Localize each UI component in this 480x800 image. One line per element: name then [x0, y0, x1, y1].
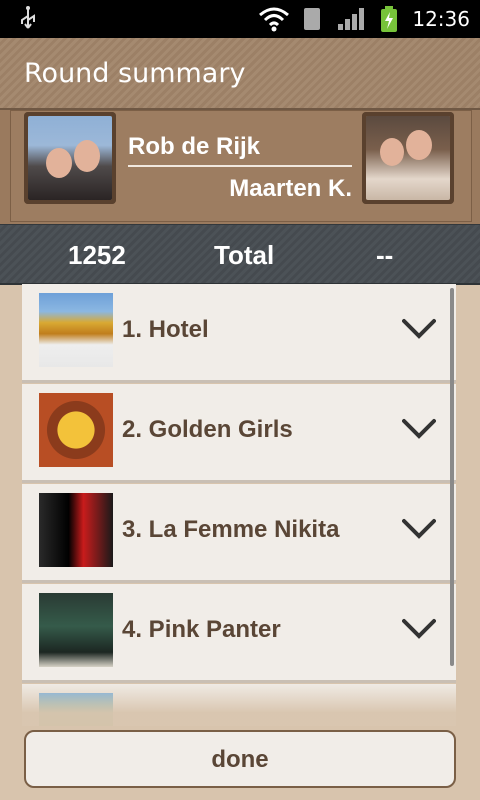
- signal-icon: [338, 8, 364, 30]
- title-bar: Round summary: [0, 38, 480, 110]
- clock: 12:36: [412, 7, 470, 31]
- total-label: Total: [214, 240, 275, 270]
- player2-avatar[interactable]: [362, 112, 454, 204]
- score-bar: 1252 Total --: [0, 224, 480, 285]
- player2-photo: [366, 116, 450, 200]
- album-cover: [39, 493, 113, 567]
- player2-name: Maarten K.: [229, 175, 352, 202]
- player1-avatar[interactable]: [24, 112, 116, 204]
- list-item[interactable]: 2. Golden Girls: [22, 384, 456, 483]
- page-title: Round summary: [24, 58, 246, 89]
- album-cover: [39, 393, 113, 467]
- song-list[interactable]: 1. Hotel 2. Golden Girls 3. La Femme Nik…: [22, 284, 458, 726]
- usb-icon: [21, 6, 35, 29]
- wifi-icon: [259, 7, 289, 32]
- song-title: 1. Hotel: [122, 316, 209, 343]
- album-cover: [39, 593, 113, 667]
- album-cover: [39, 293, 113, 367]
- done-label: done: [211, 746, 269, 773]
- battery-icon: [381, 6, 397, 32]
- done-button[interactable]: done: [24, 730, 456, 788]
- song-title: 3. La Femme Nikita: [122, 516, 340, 543]
- status-bar: 12:36: [0, 0, 480, 38]
- player1-photo: [28, 116, 112, 200]
- list-item[interactable]: 1. Hotel: [22, 284, 456, 383]
- song-title: 4. Pink Panter: [122, 616, 281, 643]
- chevron-down-icon[interactable]: [402, 618, 436, 640]
- chevron-down-icon[interactable]: [402, 318, 436, 340]
- players-divider: [128, 165, 352, 167]
- player2-score: --: [376, 240, 394, 270]
- player1-name: Rob de Rijk: [128, 133, 261, 160]
- scrollbar[interactable]: [450, 288, 454, 666]
- list-item[interactable]: 4. Pink Panter: [22, 584, 456, 683]
- sim-icon: [304, 8, 320, 30]
- list-item[interactable]: 3. La Femme Nikita: [22, 484, 456, 583]
- song-title: 2. Golden Girls: [122, 416, 293, 443]
- chevron-down-icon[interactable]: [402, 418, 436, 440]
- player1-score: 1252: [68, 240, 126, 270]
- chevron-down-icon[interactable]: [402, 518, 436, 540]
- list-fade: [22, 682, 458, 726]
